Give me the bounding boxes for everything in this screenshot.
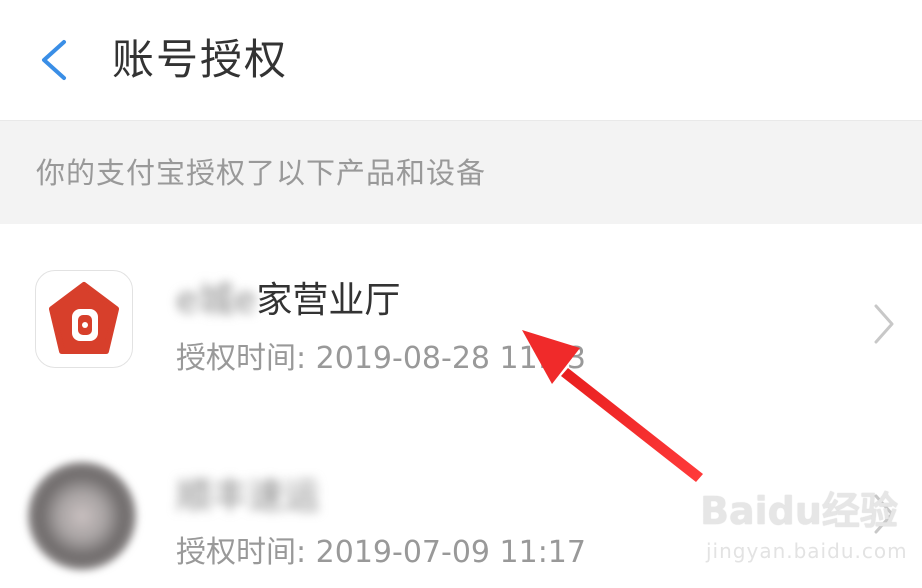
house-app-icon	[35, 270, 133, 368]
baidu-watermark: Baidu经验 jingyan.baidu.com	[700, 488, 912, 578]
back-button[interactable]	[30, 30, 80, 90]
blurred-app-icon	[28, 462, 136, 570]
authorization-time: 授权时间: 2019-08-28 11:43	[176, 341, 586, 376]
section-description: 你的支付宝授权了以下产品和设备	[36, 156, 487, 190]
watermark-url: jingyan.baidu.com	[706, 539, 908, 563]
watermark-title: Baidu经验	[700, 489, 898, 533]
section-header: 你的支付宝授权了以下产品和设备	[0, 120, 922, 225]
app-name-visible: 家营业厅	[256, 280, 401, 321]
header-bar: 账号授权	[0, 0, 922, 120]
chevron-right-icon	[874, 304, 894, 344]
app-name: e城e家营业厅	[176, 276, 400, 326]
chevron-left-icon	[42, 40, 66, 80]
app-name-blurred: 顺丰速运	[176, 476, 321, 517]
app-name: 顺丰速运	[176, 472, 320, 522]
list-item-authorized-app-1[interactable]: e城e家营业厅 授权时间: 2019-08-28 11:43	[0, 224, 922, 416]
authorization-time: 授权时间: 2019-07-09 11:17	[176, 535, 586, 570]
app-name-blurred: e城e	[176, 280, 257, 321]
page-title: 账号授权	[112, 35, 289, 84]
